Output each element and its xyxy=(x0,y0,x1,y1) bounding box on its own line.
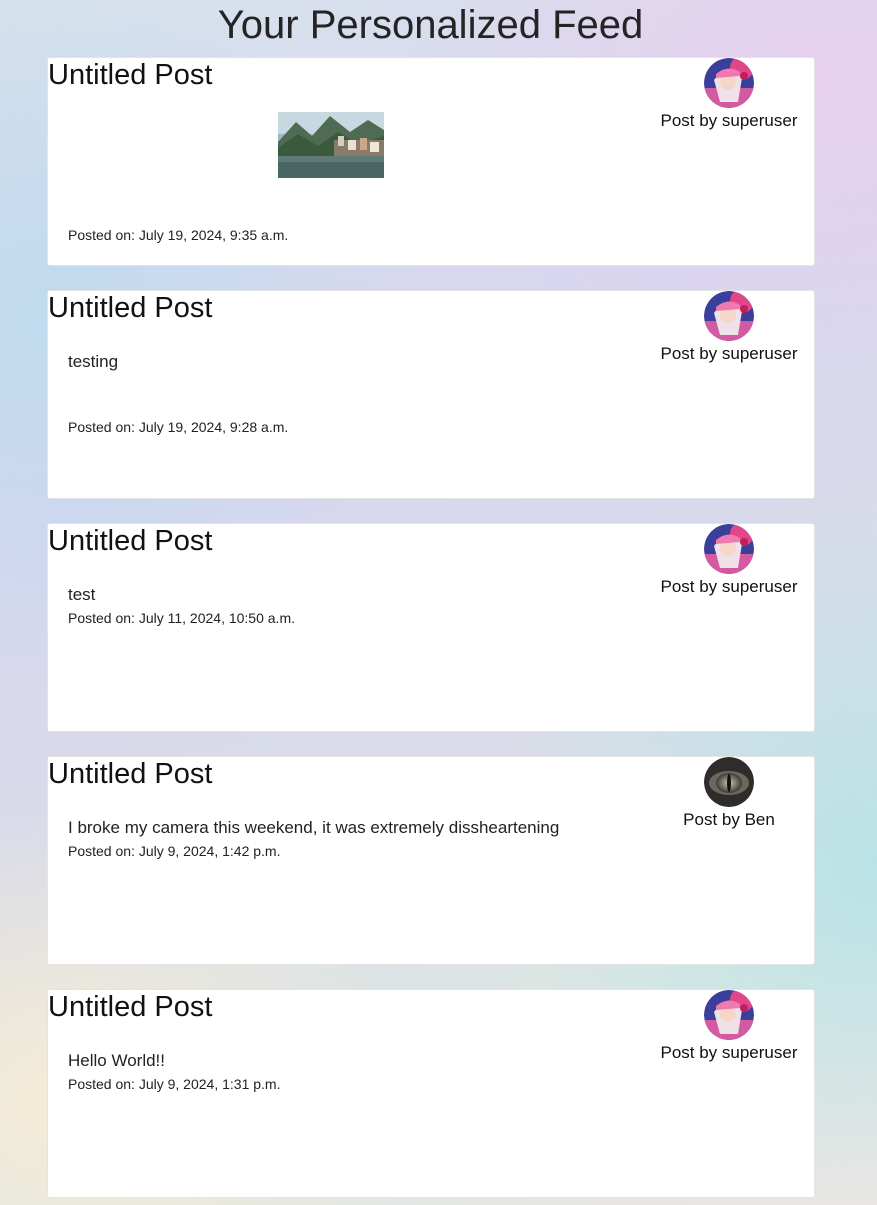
post-card: Untitled Post Post by superuser test Pos… xyxy=(47,523,815,732)
post-author[interactable]: Post by superuser xyxy=(658,291,800,365)
post-date: Posted on: July 9, 2024, 1:42 p.m. xyxy=(68,843,281,859)
post-date: Posted on: July 9, 2024, 1:31 p.m. xyxy=(68,1076,281,1092)
post-author[interactable]: Post by superuser xyxy=(658,990,800,1064)
post-body: I broke my camera this weekend, it was e… xyxy=(68,818,560,837)
post-date: Posted on: July 19, 2024, 9:28 a.m. xyxy=(68,419,289,435)
post-card: Untitled Post Post by superuser testing … xyxy=(47,290,815,499)
author-name[interactable]: Post by superuser xyxy=(660,576,797,598)
post-card: Untitled Post Post by superuser Hello Wo… xyxy=(47,989,815,1198)
post-card: Untitled Post Post by superuser Posted o… xyxy=(47,57,815,266)
author-name[interactable]: Post by Ben xyxy=(683,809,775,831)
post-author[interactable]: Post by Ben xyxy=(658,757,800,831)
reptile-eye-avatar[interactable] xyxy=(704,757,754,807)
anime-character-avatar[interactable] xyxy=(704,58,754,108)
page-title: Your Personalized Feed xyxy=(217,3,644,47)
post-body: test xyxy=(68,585,96,604)
post-title: Untitled Post xyxy=(48,758,213,790)
post-title: Untitled Post xyxy=(48,525,213,557)
post-card: Untitled Post Post by Ben I broke my cam… xyxy=(47,756,815,965)
post-date: Posted on: July 19, 2024, 9:35 a.m. xyxy=(68,227,289,243)
post-author[interactable]: Post by superuser xyxy=(658,524,800,598)
post-title: Untitled Post xyxy=(48,292,213,324)
post-feed: Untitled Post Post by superuser Posted o… xyxy=(47,57,815,1205)
anime-character-avatar[interactable] xyxy=(704,990,754,1040)
post-author[interactable]: Post by superuser xyxy=(658,58,800,132)
lakeside-village-mountain-photo xyxy=(278,112,384,178)
post-body: Hello World!! xyxy=(68,1051,165,1070)
post-title: Untitled Post xyxy=(48,59,213,91)
post-body: testing xyxy=(68,352,119,371)
author-name[interactable]: Post by superuser xyxy=(660,1042,797,1064)
anime-character-avatar[interactable] xyxy=(704,291,754,341)
post-title: Untitled Post xyxy=(48,991,213,1023)
anime-character-avatar[interactable] xyxy=(704,524,754,574)
author-name[interactable]: Post by superuser xyxy=(660,110,797,132)
author-name[interactable]: Post by superuser xyxy=(660,343,797,365)
post-date: Posted on: July 11, 2024, 10:50 a.m. xyxy=(68,610,296,626)
